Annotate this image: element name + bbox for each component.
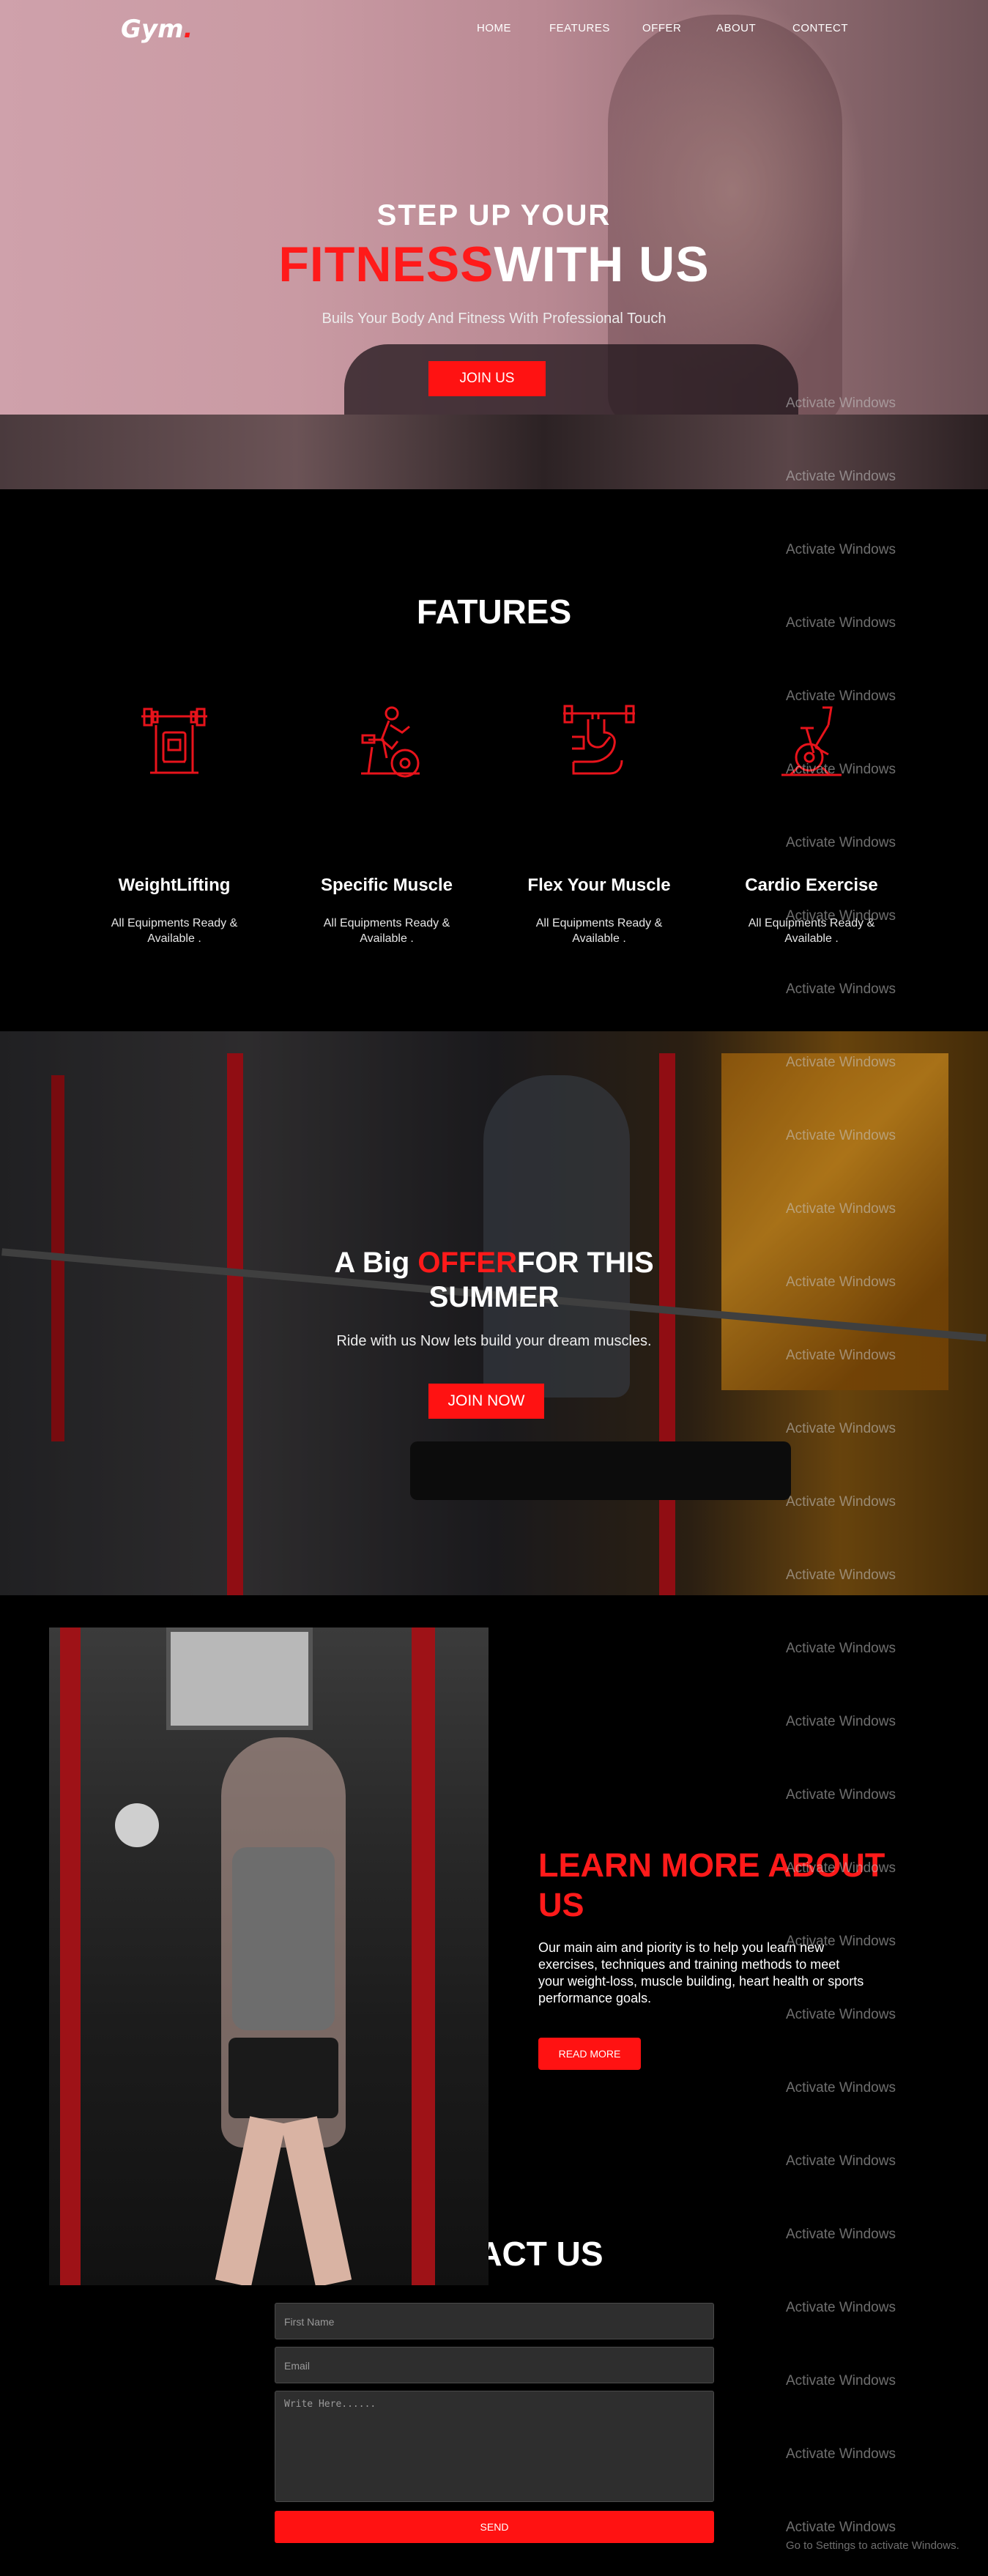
activate-windows-watermark: Activate Windows	[786, 2227, 896, 2242]
hero-title-rest: WITH US	[494, 237, 710, 292]
activate-windows-watermark: Activate Windows	[786, 2007, 896, 2022]
logo[interactable]: Gym.	[121, 15, 193, 44]
logo-dot: .	[183, 15, 193, 44]
nav-features[interactable]: FEATURES	[549, 22, 610, 34]
nav-offer[interactable]: OFFER	[642, 22, 681, 34]
feature-desc: All Equipments Ready & Available .	[535, 917, 663, 945]
activate-windows-watermark: Activate Windows	[786, 762, 896, 777]
feature-name: Specific Muscle	[320, 875, 453, 895]
offer-section: A Big OFFERFOR THIS SUMMER Ride with us …	[0, 1031, 988, 1595]
feature-card-specific-muscle: Specific Muscle All Equipments Ready & A…	[313, 703, 460, 945]
first-name-input[interactable]: First Name	[275, 2303, 714, 2339]
exercise-bike-person-icon	[361, 706, 420, 778]
nav-home[interactable]: HOME	[477, 22, 511, 34]
activate-windows-watermark: Activate Windows	[786, 1787, 896, 1803]
join-us-button[interactable]: JOIN US	[428, 361, 546, 396]
flex-muscle-icon	[563, 705, 635, 775]
activate-windows-watermark: Activate Windows	[786, 1494, 896, 1510]
message-textarea[interactable]: Write Here......	[275, 2391, 714, 2502]
about-image-pole	[412, 1627, 435, 2285]
about-image-leg	[281, 2116, 352, 2285]
activate-windows-watermark: Activate Windows	[786, 2446, 896, 2462]
about-image-shorts	[229, 2038, 338, 2118]
activate-windows-watermark: Activate Windows	[786, 2080, 896, 2096]
feature-name: Cardio Exercise	[745, 875, 878, 895]
send-button[interactable]: SEND	[275, 2511, 714, 2543]
nav-contact[interactable]: CONTECT	[792, 22, 848, 34]
weightlifting-icon	[141, 708, 207, 774]
activate-windows-watermark: Activate Windows	[786, 1934, 896, 1949]
hero-title-line1: STEP UP YOUR	[376, 199, 612, 231]
activate-windows-watermark: Activate Windows	[786, 835, 896, 850]
offer-title-post: FOR THIS	[516, 1247, 654, 1279]
activate-windows-watermark: Activate Windows	[786, 1128, 896, 1143]
about-image-kettlebell	[115, 1803, 159, 1847]
activate-windows-watermark: Activate Windows	[786, 981, 896, 997]
about-title: LEARN MORE ABOUT US	[538, 1846, 885, 1923]
about-image-leg	[215, 2116, 286, 2285]
top-navbar: Gym. HOME FEATURES OFFER ABOUT CONTECT	[0, 0, 988, 59]
offer-title-pre: A Big	[334, 1247, 418, 1279]
about-image-wall	[166, 1627, 313, 1730]
read-more-button[interactable]: READ MORE	[538, 2038, 641, 2070]
hero-section: STEP UP YOUR FITNESSWITH US Buils Your B…	[0, 0, 988, 489]
activate-windows-watermark: Activate Windows	[786, 1055, 896, 1070]
activate-windows-watermark: Activate Windows	[786, 396, 896, 411]
feature-name: WeightLifting	[118, 875, 231, 895]
activate-windows-watermark: Activate Windows	[786, 1641, 896, 1656]
offer-title-accent: OFFER	[417, 1247, 517, 1279]
activate-windows-watermark: Activate Windows	[786, 1860, 896, 1876]
feature-desc: All Equipments Ready & Available .	[111, 917, 238, 945]
activate-windows-watermark: Activate Windows	[786, 2520, 896, 2535]
activate-windows-watermark: Activate Windows	[786, 688, 896, 704]
about-image-top	[232, 1847, 335, 2030]
feature-card-flex-muscle: Flex Your Muscle All Equipments Ready & …	[526, 703, 672, 945]
hero-title-line2: FITNESSWITH US	[0, 236, 988, 293]
about-image	[49, 1627, 489, 2285]
activate-windows-watermark: Activate Windows	[786, 1714, 896, 1729]
feature-name: Flex Your Muscle	[527, 875, 671, 895]
feature-card-weightlifting: WeightLifting All Equipments Ready & Ava…	[101, 703, 248, 945]
activate-windows-watermark: Activate Windows	[786, 469, 896, 484]
activate-windows-watermark: Activate Windows	[786, 1274, 896, 1290]
activate-windows-watermark: Activate Windows	[786, 2153, 896, 2169]
activate-windows-watermark: Activate Windows	[786, 2300, 896, 2315]
activate-windows-watermark: Activate Windows	[786, 542, 896, 557]
activate-windows-watermark: Activate Windows	[786, 1567, 896, 1583]
activate-windows-watermark: Activate Windows	[786, 908, 896, 924]
activate-windows-watermark: Activate Windows	[786, 615, 896, 631]
activate-windows-subtext: Go to Settings to activate Windows.	[786, 2539, 959, 2552]
hero-subtitle: Buils Your Body And Fitness With Profess…	[322, 311, 666, 327]
activate-windows-watermark: Activate Windows	[786, 1421, 896, 1436]
activate-windows-watermark: Activate Windows	[786, 1348, 896, 1363]
offer-title-line2: SUMMER	[428, 1281, 560, 1313]
join-now-button[interactable]: JOIN NOW	[428, 1384, 544, 1419]
about-image-pole	[60, 1627, 81, 2285]
nav-about[interactable]: ABOUT	[716, 22, 756, 34]
activate-windows-watermark: Activate Windows	[786, 2373, 896, 2388]
feature-desc: All Equipments Ready & Available .	[323, 917, 450, 945]
email-input[interactable]: Email	[275, 2347, 714, 2383]
logo-text: Gym	[121, 15, 184, 44]
activate-windows-watermark: Activate Windows	[786, 1201, 896, 1217]
hero-title-accent: FITNESS	[278, 237, 494, 292]
